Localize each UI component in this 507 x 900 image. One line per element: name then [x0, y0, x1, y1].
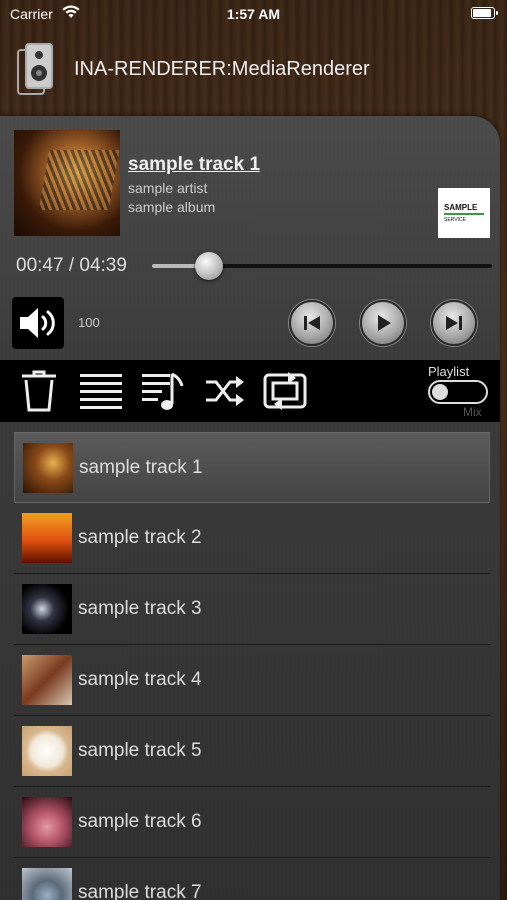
trash-button[interactable]	[16, 368, 62, 414]
playlist-row[interactable]: sample track 1	[14, 432, 490, 503]
time-display: 00:47 / 04:39	[16, 255, 127, 276]
now-playing-album: sample album	[128, 199, 216, 215]
volume-button[interactable]	[12, 297, 64, 349]
now-playing-track[interactable]: sample track 1	[128, 154, 260, 176]
track-title: sample track 4	[78, 669, 202, 690]
playlist: sample track 1 sample track 2 sample tra…	[14, 432, 490, 900]
shuffle-icon	[206, 376, 244, 406]
music-list-button[interactable]	[140, 368, 186, 414]
seek-thumb[interactable]	[195, 252, 224, 280]
service-logo-line2: SERVICE	[444, 213, 484, 225]
shuffle-button[interactable]	[202, 368, 248, 414]
track-thumbnail	[22, 726, 72, 776]
track-title: sample track 1	[79, 457, 203, 478]
track-title: sample track 5	[78, 740, 202, 761]
music-list-icon	[142, 372, 184, 410]
device-title: INA-RENDERER:MediaRenderer	[74, 58, 370, 80]
volume-value: 100	[78, 315, 100, 330]
skip-previous-icon	[304, 316, 320, 330]
track-thumbnail	[23, 443, 73, 493]
track-title: sample track 7	[78, 882, 202, 900]
play-button[interactable]	[360, 300, 406, 346]
playlist-mix-toggle[interactable]	[428, 380, 488, 404]
next-button[interactable]	[431, 300, 477, 346]
list-icon	[80, 374, 122, 409]
track-thumbnail	[22, 797, 72, 847]
playlist-row[interactable]: sample track 2	[14, 503, 490, 574]
track-thumbnail	[22, 584, 72, 634]
speaker-volume-icon	[20, 308, 55, 338]
skip-next-icon	[446, 316, 462, 330]
status-bar: Carrier 1:57 AM	[0, 0, 507, 28]
speaker-icon[interactable]	[16, 42, 56, 98]
track-title: sample track 2	[78, 527, 202, 548]
service-logo[interactable]: SAMPLE SERVICE	[438, 188, 490, 238]
header: INA-RENDERER:MediaRenderer	[0, 36, 507, 106]
player-panel: sample track 1 sample artist sample albu…	[0, 116, 500, 900]
now-playing-artist: sample artist	[128, 180, 208, 196]
playlist-label: Playlist	[428, 364, 470, 379]
playlist-toolbar: Playlist Mix	[0, 360, 500, 422]
trash-icon	[22, 370, 56, 412]
previous-button[interactable]	[289, 300, 335, 346]
playlist-row[interactable]: sample track 5	[14, 716, 490, 787]
seek-slider[interactable]	[152, 252, 492, 280]
playlist-row[interactable]: sample track 7	[14, 858, 490, 900]
album-cover	[14, 130, 120, 236]
track-thumbnail	[22, 868, 72, 900]
repeat-button[interactable]	[262, 368, 308, 414]
playlist-row[interactable]: sample track 6	[14, 787, 490, 858]
track-title: sample track 6	[78, 811, 202, 832]
battery-icon	[471, 7, 498, 19]
play-icon	[378, 315, 391, 331]
list-button[interactable]	[78, 368, 124, 414]
mix-label: Mix	[463, 405, 482, 419]
service-logo-line1: SAMPLE	[444, 203, 478, 212]
playlist-row[interactable]: sample track 4	[14, 645, 490, 716]
track-thumbnail	[22, 655, 72, 705]
track-thumbnail	[22, 513, 72, 563]
track-title: sample track 3	[78, 598, 202, 619]
playlist-row[interactable]: sample track 3	[14, 574, 490, 645]
toggle-knob	[432, 384, 448, 400]
repeat-icon	[263, 372, 307, 410]
status-time: 1:57 AM	[226, 6, 281, 22]
